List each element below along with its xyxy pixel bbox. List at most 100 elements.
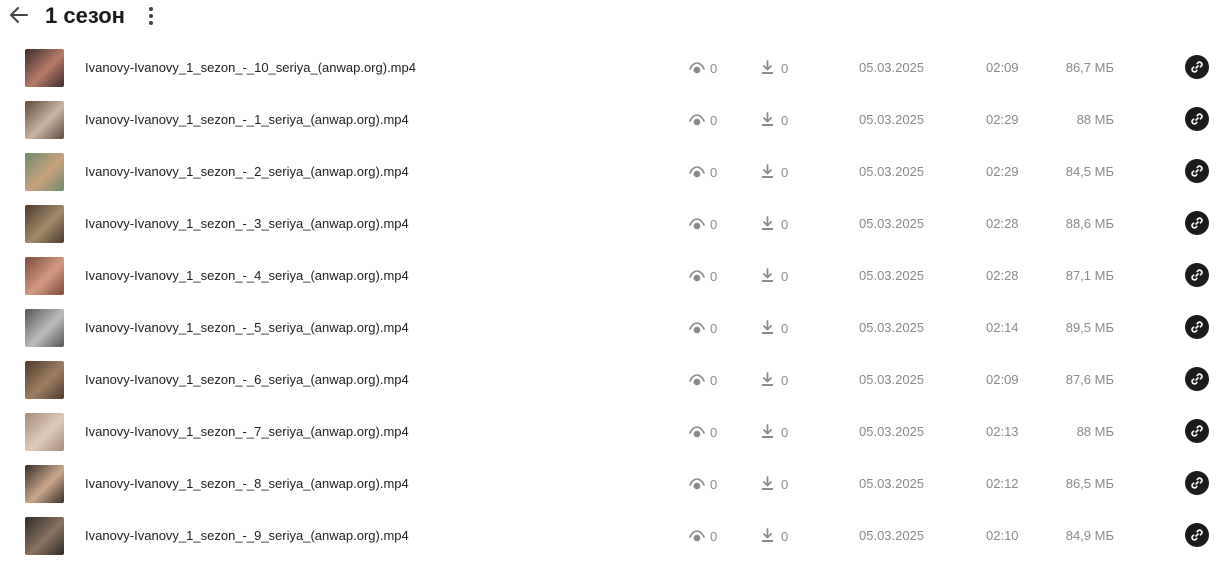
- file-size: 87,6 МБ: [1065, 372, 1114, 387]
- file-row[interactable]: Ivanovy-Ivanovy_1_sezon_-_5_seriya_(anwa…: [0, 302, 1227, 354]
- copy-link-button[interactable]: [1185, 159, 1209, 183]
- eye-icon: [689, 114, 705, 126]
- eye-icon: [689, 62, 705, 74]
- copy-link-button[interactable]: [1185, 471, 1209, 495]
- link-icon: [1191, 269, 1203, 281]
- thumbnail-image: [25, 413, 64, 451]
- link-icon: [1191, 217, 1203, 229]
- file-list: Ivanovy-Ivanovy_1_sezon_-_10_seriya_(anw…: [0, 42, 1227, 562]
- views-count: 0: [710, 217, 718, 232]
- thumbnail-image: [25, 309, 64, 347]
- video-thumbnail[interactable]: [25, 205, 64, 243]
- file-name[interactable]: Ivanovy-Ivanovy_1_sezon_-_7_seriya_(anwa…: [85, 423, 409, 441]
- video-thumbnail[interactable]: [25, 413, 64, 451]
- copy-link-button[interactable]: [1185, 419, 1209, 443]
- video-duration: 02:29: [986, 112, 1019, 127]
- file-name[interactable]: Ivanovy-Ivanovy_1_sezon_-_10_seriya_(anw…: [85, 59, 416, 77]
- file-name[interactable]: Ivanovy-Ivanovy_1_sezon_-_1_seriya_(anwa…: [85, 111, 409, 129]
- upload-date: 05.03.2025: [859, 372, 925, 387]
- views-count: 0: [710, 269, 718, 284]
- upload-date: 05.03.2025: [859, 216, 925, 231]
- upload-date: 05.03.2025: [859, 60, 925, 75]
- video-thumbnail[interactable]: [25, 153, 64, 191]
- thumbnail-image: [25, 257, 64, 295]
- file-row[interactable]: Ivanovy-Ivanovy_1_sezon_-_6_seriya_(anwa…: [0, 354, 1227, 406]
- downloads-count: 0: [781, 373, 789, 388]
- link-icon: [1191, 373, 1203, 385]
- page-title: 1 сезон: [45, 3, 125, 28]
- video-duration: 02:14: [986, 320, 1019, 335]
- link-icon: [1191, 425, 1203, 437]
- copy-link-button[interactable]: [1185, 367, 1209, 391]
- downloads-count: 0: [781, 321, 789, 336]
- download-icon: [762, 164, 773, 178]
- file-row[interactable]: Ivanovy-Ivanovy_1_sezon_-_4_seriya_(anwa…: [0, 250, 1227, 302]
- file-row[interactable]: Ivanovy-Ivanovy_1_sezon_-_10_seriya_(anw…: [0, 42, 1227, 94]
- video-thumbnail[interactable]: [25, 257, 64, 295]
- upload-date: 05.03.2025: [859, 528, 925, 543]
- thumbnail-image: [25, 101, 64, 139]
- file-name[interactable]: Ivanovy-Ivanovy_1_sezon_-_6_seriya_(anwa…: [85, 371, 409, 389]
- file-name[interactable]: Ivanovy-Ivanovy_1_sezon_-_3_seriya_(anwa…: [85, 215, 409, 233]
- eye-icon: [689, 426, 705, 438]
- file-row[interactable]: Ivanovy-Ivanovy_1_sezon_-_8_seriya_(anwa…: [0, 458, 1227, 510]
- back-button[interactable]: [8, 4, 30, 26]
- file-size: 84,5 МБ: [1065, 164, 1114, 179]
- file-row[interactable]: Ivanovy-Ivanovy_1_sezon_-_3_seriya_(anwa…: [0, 198, 1227, 250]
- video-thumbnail[interactable]: [25, 465, 64, 503]
- download-icon: [762, 112, 773, 126]
- file-row[interactable]: Ivanovy-Ivanovy_1_sezon_-_7_seriya_(anwa…: [0, 406, 1227, 458]
- views-count: 0: [710, 165, 718, 180]
- copy-link-button[interactable]: [1185, 315, 1209, 339]
- thumbnail-image: [25, 49, 64, 87]
- views-count: 0: [710, 321, 718, 336]
- views-count: 0: [710, 113, 718, 128]
- thumbnail-image: [25, 153, 64, 191]
- video-thumbnail[interactable]: [25, 517, 64, 555]
- upload-date: 05.03.2025: [859, 268, 925, 283]
- video-thumbnail[interactable]: [25, 49, 64, 87]
- file-row[interactable]: Ivanovy-Ivanovy_1_sezon_-_2_seriya_(anwa…: [0, 146, 1227, 198]
- download-icon: [762, 528, 773, 542]
- copy-link-button[interactable]: [1185, 523, 1209, 547]
- link-icon: [1191, 113, 1203, 125]
- downloads-count: 0: [781, 477, 789, 492]
- link-icon: [1191, 165, 1203, 177]
- file-name[interactable]: Ivanovy-Ivanovy_1_sezon_-_8_seriya_(anwa…: [85, 475, 409, 493]
- views-count: 0: [710, 425, 718, 440]
- video-thumbnail[interactable]: [25, 101, 64, 139]
- file-name[interactable]: Ivanovy-Ivanovy_1_sezon_-_9_seriya_(anwa…: [85, 527, 409, 545]
- upload-date: 05.03.2025: [859, 320, 925, 335]
- video-duration: 02:10: [986, 528, 1019, 543]
- video-duration: 02:09: [986, 60, 1019, 75]
- file-row[interactable]: Ivanovy-Ivanovy_1_sezon_-_1_seriya_(anwa…: [0, 94, 1227, 146]
- eye-icon: [689, 530, 705, 542]
- video-duration: 02:28: [986, 268, 1019, 283]
- upload-date: 05.03.2025: [859, 476, 925, 491]
- download-icon: [762, 60, 773, 74]
- link-icon: [1191, 477, 1203, 489]
- downloads-count: 0: [781, 269, 789, 284]
- file-size: 88,6 МБ: [1065, 216, 1114, 231]
- file-size: 86,5 МБ: [1065, 476, 1114, 491]
- thumbnail-image: [25, 465, 64, 503]
- download-icon: [762, 320, 773, 334]
- copy-link-button[interactable]: [1185, 211, 1209, 235]
- downloads-count: 0: [781, 113, 789, 128]
- copy-link-button[interactable]: [1185, 55, 1209, 79]
- video-thumbnail[interactable]: [25, 309, 64, 347]
- downloads-count: 0: [781, 529, 789, 544]
- file-row[interactable]: Ivanovy-Ivanovy_1_sezon_-_9_seriya_(anwa…: [0, 510, 1227, 562]
- file-size: 84,9 МБ: [1065, 528, 1114, 543]
- video-thumbnail[interactable]: [25, 361, 64, 399]
- file-name[interactable]: Ivanovy-Ivanovy_1_sezon_-_5_seriya_(anwa…: [85, 319, 409, 337]
- more-options-button[interactable]: [141, 5, 161, 27]
- video-duration: 02:09: [986, 372, 1019, 387]
- views-count: 0: [710, 61, 718, 76]
- copy-link-button[interactable]: [1185, 107, 1209, 131]
- views-count: 0: [710, 529, 718, 544]
- file-name[interactable]: Ivanovy-Ivanovy_1_sezon_-_4_seriya_(anwa…: [85, 267, 409, 285]
- video-duration: 02:28: [986, 216, 1019, 231]
- file-name[interactable]: Ivanovy-Ivanovy_1_sezon_-_2_seriya_(anwa…: [85, 163, 409, 181]
- copy-link-button[interactable]: [1185, 263, 1209, 287]
